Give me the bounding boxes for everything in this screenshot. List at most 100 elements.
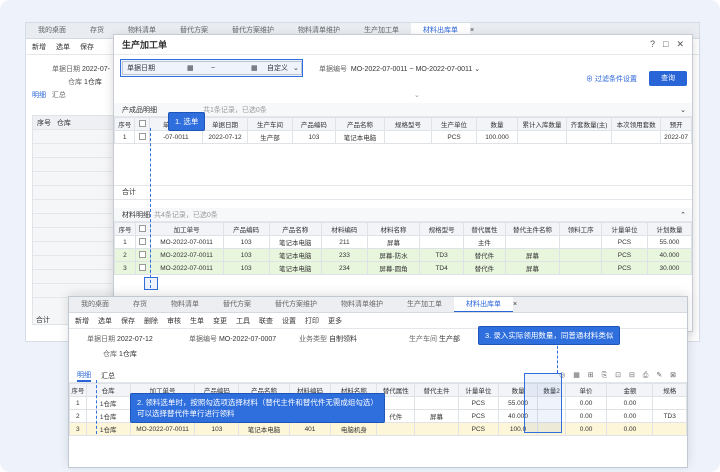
table-cell: 笔记本电脑	[238, 422, 290, 436]
table-cell: PCS	[431, 130, 478, 144]
tab-4[interactable]: 替代方案维护	[263, 297, 329, 312]
row-checkbox[interactable]	[139, 264, 147, 272]
material-table: 序号 加工单号 产品编码 产品名称 材料编码 材料名称 规格型号 替代属性 替代主件名称 领料工序…	[114, 222, 693, 275]
col-header-4: 生产车间	[246, 117, 293, 131]
col-header-14: 规格	[652, 383, 687, 397]
dialog-title: 生产加工单	[122, 40, 168, 50]
close-tab-icon[interactable]: ×	[470, 27, 474, 34]
table-row[interactable]: 3 MO-2022-07-0011 103 笔记本电脑 234 屏幕-圆角 TD4 替代件 屏幕…	[114, 261, 693, 275]
bg-new-button[interactable]: 新增	[32, 42, 46, 52]
tab-0[interactable]: 我的桌面	[26, 23, 78, 38]
table-cell: MO-2022-07-0011	[149, 248, 224, 262]
fg-wh-value[interactable]: 1仓库	[119, 351, 137, 358]
chevron-up-icon[interactable]: ⌃	[680, 211, 686, 219]
code-from[interactable]: MO-2022-07-0011	[351, 66, 408, 73]
table-row[interactable]: 1 -07-0011 2022-07-12 生产部 103 笔记本电脑 PCS 100.000…	[113, 130, 692, 144]
fg-subtab-summary[interactable]: 汇总	[101, 371, 115, 381]
chevron-down-icon[interactable]: ⌄	[474, 66, 480, 73]
fg-toolbar-item-3[interactable]: 删除	[144, 316, 158, 326]
bg-subtab-summary[interactable]: 汇总	[52, 92, 66, 99]
table-cell: 233	[320, 248, 368, 262]
maximize-icon[interactable]: □	[663, 39, 668, 50]
fg-biz-value[interactable]: 自制领料	[329, 336, 357, 343]
tab-3[interactable]: 替代方案	[211, 297, 263, 312]
table-row[interactable]: 1 MO-2022-07-0011 103 笔记本电脑 211 屏幕 主件 PCS 55.000	[114, 235, 693, 249]
table-cell: TD3	[652, 409, 687, 423]
table-cell: 屏幕	[366, 235, 421, 249]
fg-toolbar-item-10[interactable]: 打印	[305, 316, 319, 326]
table-cell: 211	[320, 235, 368, 249]
col-header-7: 规格型号	[419, 222, 465, 236]
collapse-icon[interactable]: ⌄	[414, 91, 420, 99]
select-all-checkbox[interactable]	[139, 225, 147, 233]
material-section-title: 材料明细	[122, 211, 150, 219]
bg-save-button[interactable]: 保存	[80, 42, 94, 52]
fg-toolbar-item-5[interactable]: 生单	[190, 316, 204, 326]
col-header-10: 领料工序	[559, 222, 602, 236]
table-cell: 0.00	[564, 422, 608, 436]
tab-0[interactable]: 我的桌面	[69, 297, 121, 312]
col-header-1	[134, 117, 150, 131]
product-sum: 合计	[114, 186, 692, 200]
table-cell	[559, 235, 602, 249]
select-all-checkbox[interactable]	[138, 120, 146, 128]
query-button[interactable]: 查询	[649, 71, 687, 86]
bg-wh-value[interactable]: 1仓库	[84, 79, 102, 86]
table-cell: 屏幕-圆角	[366, 261, 421, 275]
help-icon[interactable]: ?	[650, 39, 655, 50]
fg-subtab-detail[interactable]: 明细	[77, 370, 91, 382]
fg-toolbar-item-0[interactable]: 新增	[75, 316, 89, 326]
chevron-down-icon[interactable]: ⌄	[680, 106, 686, 114]
material-section-header: 材料明细 共4条记录，已选0条 ⌃	[114, 208, 692, 222]
fg-toolbar-item-8[interactable]: 联查	[259, 316, 273, 326]
table-cell: 2022-07-12	[201, 130, 248, 144]
table-cell: 103	[222, 261, 270, 275]
fg-toolbar-item-2[interactable]: 保存	[121, 316, 135, 326]
tab-7[interactable]: 材料出库单	[454, 297, 513, 312]
fg-toolbar-item-6[interactable]: 变更	[213, 316, 227, 326]
fg-date-value[interactable]: 2022-07-12	[117, 336, 153, 343]
fg-dept-value[interactable]: 生产部	[439, 336, 460, 343]
col-header-0: 序号	[113, 117, 136, 131]
fg-toolbar-item-7[interactable]: 工具	[236, 316, 250, 326]
fg-toolbar-item-4[interactable]: 审核	[167, 316, 181, 326]
table-cell: 屏幕-防水	[366, 248, 421, 262]
col-header-0: 序号	[114, 222, 136, 236]
bg-date-value[interactable]: 2022-07-	[82, 66, 110, 73]
fg-code-value[interactable]: MO-2022-07-0007	[219, 336, 276, 343]
close-tab-icon[interactable]: ×	[513, 301, 517, 308]
checkbox-highlight	[144, 277, 158, 290]
tab-6[interactable]: 生产加工单	[395, 297, 454, 312]
table-cell: MO-2022-07-0011	[149, 235, 224, 249]
material-section-sub: 共4条记录，已选0条	[154, 211, 218, 219]
annotation-connector-3	[557, 341, 558, 373]
col-header-2: 加工单号	[149, 222, 224, 236]
row-checkbox[interactable]	[139, 238, 147, 246]
fg-biz-label: 业务类型	[299, 336, 327, 343]
tab-1[interactable]: 存货	[121, 297, 159, 312]
bg-select-button[interactable]: 选单	[56, 42, 70, 52]
col-header-9: 计量单位	[457, 383, 499, 397]
fg-toolbar-item-1[interactable]: 选单	[98, 316, 112, 326]
annotation-2: 2. 领料选单时，按照勾选项选择材料（替代主件和替代件无需成组勾选） 可以选择替…	[130, 393, 385, 423]
table-cell	[414, 396, 459, 410]
tab-2[interactable]: 物料清单	[159, 297, 211, 312]
close-icon[interactable]: ✕	[676, 39, 684, 50]
table-row[interactable]: 3 1仓库 MO-2022-07-0011 103 笔记本电脑 401 电脑机身 PCS 100…	[69, 422, 687, 436]
table-cell: 屏幕	[504, 248, 561, 262]
tab-1[interactable]: 存货	[78, 23, 116, 38]
table-row[interactable]: 2 MO-2022-07-0011 103 笔记本电脑 233 屏幕-防水 TD3 替代件 屏幕…	[114, 248, 693, 262]
date-filter-highlight	[120, 59, 303, 77]
filter-settings-link[interactable]: ⊕ 过滤条件设置	[586, 74, 637, 84]
bg-wh-label: 仓库	[68, 79, 82, 86]
row-checkbox[interactable]	[138, 133, 146, 141]
table-cell: 103	[194, 422, 240, 436]
fg-toolbar-item-9[interactable]: 设置	[282, 316, 296, 326]
grid-tool-icons[interactable]: ◎ ▦ ⊞ ⎘ ⊡ ⊟ ⎙ ✎ ⊠	[559, 371, 679, 380]
bg-subtab-detail[interactable]: 明细	[32, 92, 46, 99]
code-to[interactable]: MO-2022-07-0011	[416, 66, 473, 73]
row-checkbox[interactable]	[139, 251, 147, 259]
fg-toolbar-item-11[interactable]: 更多	[328, 316, 342, 326]
tab-5[interactable]: 物料清单维护	[329, 297, 395, 312]
table-cell: 2	[114, 248, 136, 262]
